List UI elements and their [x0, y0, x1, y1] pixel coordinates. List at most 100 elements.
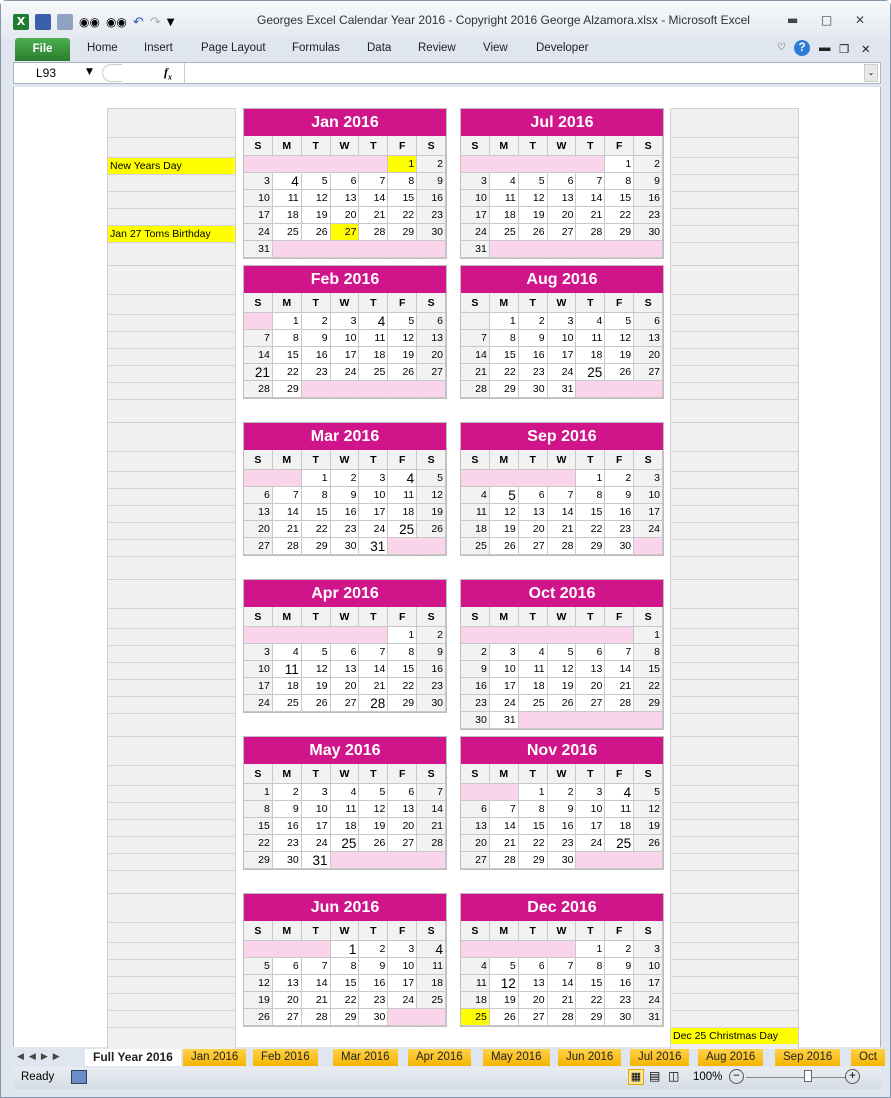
day-cell[interactable]: 24	[461, 224, 490, 241]
day-cell[interactable]: 31	[547, 381, 577, 398]
empty-day-cell[interactable]	[359, 627, 389, 644]
day-cell[interactable]: 28	[359, 224, 389, 241]
day-cell[interactable]: 16	[301, 347, 331, 364]
day-cell[interactable]: 15	[576, 975, 606, 992]
tab-page-layout[interactable]: Page Layout	[201, 42, 266, 54]
day-cell[interactable]: 29	[301, 538, 331, 555]
day-cell[interactable]: 8	[301, 487, 331, 504]
empty-day-cell[interactable]	[359, 381, 389, 398]
empty-day-cell[interactable]	[634, 712, 664, 729]
day-cell[interactable]: 5	[417, 470, 447, 487]
day-cell[interactable]: 21	[547, 992, 577, 1009]
day-cell[interactable]: 5	[634, 784, 664, 801]
day-cell[interactable]: 28	[272, 538, 302, 555]
day-cell[interactable]: 12	[359, 801, 389, 818]
note-cell[interactable]	[108, 137, 235, 157]
day-cell[interactable]: 23	[272, 835, 302, 852]
day-cell[interactable]: 15	[244, 818, 273, 835]
day-cell[interactable]: 21	[359, 207, 389, 224]
day-cell[interactable]: 4	[461, 487, 490, 504]
day-cell[interactable]: 23	[461, 695, 490, 712]
note-cell[interactable]	[671, 894, 798, 922]
note-cell[interactable]	[671, 628, 798, 645]
day-cell[interactable]: 26	[489, 1009, 519, 1026]
empty-day-cell[interactable]	[272, 156, 302, 173]
day-cell[interactable]: 23	[417, 678, 447, 695]
zoom-in-button[interactable]: +	[845, 1069, 860, 1084]
day-cell[interactable]: 13	[518, 975, 548, 992]
note-cell[interactable]	[108, 109, 235, 137]
day-cell[interactable]: 4	[605, 784, 635, 801]
day-cell[interactable]: 31	[489, 712, 519, 729]
day-cell[interactable]: 18	[330, 818, 360, 835]
day-cell[interactable]: 9	[301, 330, 331, 347]
day-cell[interactable]: 5	[301, 173, 331, 190]
note-cell[interactable]	[108, 608, 235, 628]
day-cell[interactable]: 9	[330, 487, 360, 504]
day-cell[interactable]: 9	[417, 173, 447, 190]
note-cell[interactable]	[108, 662, 235, 679]
day-cell[interactable]: 30	[634, 224, 664, 241]
day-cell[interactable]: 3	[359, 470, 389, 487]
day-cell[interactable]: 20	[330, 678, 360, 695]
day-cell[interactable]: 2	[417, 627, 447, 644]
day-cell[interactable]: 6	[330, 173, 360, 190]
find-replace-icon[interactable]: ◉◉	[106, 15, 127, 29]
note-cell[interactable]	[108, 451, 235, 471]
day-cell[interactable]: 7	[461, 330, 490, 347]
day-cell[interactable]: 25	[272, 695, 302, 712]
day-cell[interactable]: 25	[461, 538, 490, 555]
day-cell[interactable]: 22	[272, 364, 302, 381]
sheet-nav-buttons[interactable]: ◀◀▶▶	[17, 1051, 65, 1062]
day-cell[interactable]: 8	[388, 644, 418, 661]
note-cell[interactable]	[671, 853, 798, 870]
day-cell[interactable]: 13	[518, 504, 548, 521]
note-cell[interactable]	[671, 765, 798, 785]
day-cell[interactable]: 1	[388, 627, 418, 644]
day-cell[interactable]: 13	[388, 801, 418, 818]
day-cell[interactable]: 26	[417, 521, 447, 538]
day-cell[interactable]: 28	[489, 852, 519, 869]
day-cell[interactable]: 17	[359, 504, 389, 521]
day-cell[interactable]: 1	[576, 941, 606, 958]
empty-day-cell[interactable]	[272, 941, 302, 958]
day-cell[interactable]: 3	[461, 173, 490, 190]
day-cell[interactable]: 19	[605, 347, 635, 364]
help-icon[interactable]: ?	[794, 40, 810, 56]
empty-day-cell[interactable]	[605, 712, 635, 729]
day-cell[interactable]: 9	[359, 958, 389, 975]
empty-day-cell[interactable]	[301, 627, 331, 644]
empty-day-cell[interactable]	[547, 712, 577, 729]
minimize-ribbon-icon[interactable]: ♡	[777, 42, 786, 53]
day-cell[interactable]: 7	[547, 958, 577, 975]
day-cell[interactable]: 10	[489, 661, 519, 678]
day-cell[interactable]: 26	[547, 695, 577, 712]
day-cell[interactable]: 28	[359, 695, 389, 712]
note-cell[interactable]	[108, 959, 235, 976]
restore-icon[interactable]: □	[821, 13, 832, 27]
sheet-tab[interactable]: Mar 2016	[333, 1049, 398, 1066]
day-cell[interactable]: 3	[330, 313, 360, 330]
day-cell[interactable]: 22	[330, 992, 360, 1009]
day-cell[interactable]: 1	[244, 784, 273, 801]
note-cell[interactable]	[671, 802, 798, 819]
day-cell[interactable]: 17	[634, 504, 664, 521]
day-cell[interactable]: 12	[301, 190, 331, 207]
empty-day-cell[interactable]	[330, 627, 360, 644]
day-cell[interactable]: 16	[518, 347, 548, 364]
day-cell[interactable]: 8	[388, 173, 418, 190]
empty-day-cell[interactable]	[330, 381, 360, 398]
empty-day-cell[interactable]	[605, 381, 635, 398]
day-cell[interactable]: 24	[547, 364, 577, 381]
note-cell[interactable]	[108, 382, 235, 399]
day-cell[interactable]: 29	[244, 852, 273, 869]
empty-day-cell[interactable]	[634, 538, 664, 555]
day-cell[interactable]: 22	[301, 521, 331, 538]
day-cell[interactable]: 24	[388, 992, 418, 1009]
day-cell[interactable]: 20	[330, 207, 360, 224]
day-cell[interactable]: 21	[461, 364, 490, 381]
empty-day-cell[interactable]	[417, 538, 447, 555]
note-cell[interactable]	[108, 819, 235, 836]
day-cell[interactable]: 5	[359, 784, 389, 801]
day-cell[interactable]: 11	[359, 330, 389, 347]
